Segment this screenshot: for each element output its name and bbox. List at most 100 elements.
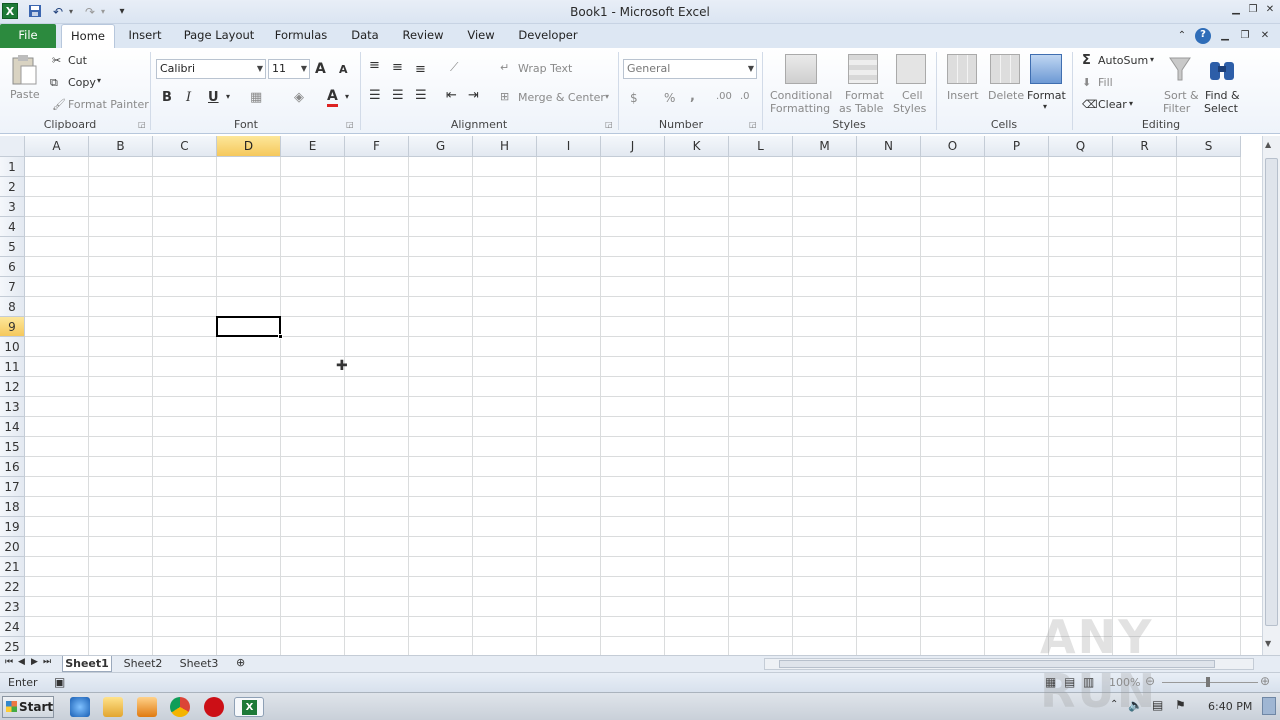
row-header[interactable]: 8: [0, 297, 25, 317]
grow-font-button[interactable]: A: [315, 61, 326, 77]
borders-icon[interactable]: ▦: [250, 90, 262, 105]
tab-developer[interactable]: Developer: [512, 24, 584, 48]
sort-filter-label2[interactable]: Filter: [1163, 102, 1190, 115]
column-header[interactable]: E: [281, 136, 345, 157]
media-player-icon[interactable]: [137, 697, 157, 717]
number-format-combo[interactable]: General ▼: [623, 59, 757, 79]
cut-icon[interactable]: ✂: [52, 54, 61, 67]
tab-review[interactable]: Review: [398, 24, 448, 48]
copy-button[interactable]: Copy: [68, 76, 96, 89]
number-launcher-icon[interactable]: ◲: [749, 120, 757, 129]
tab-home[interactable]: Home: [61, 24, 115, 48]
row-header[interactable]: 13: [0, 397, 25, 417]
wrap-text-button[interactable]: Wrap Text: [518, 62, 572, 75]
merge-dropdown-icon[interactable]: ▾: [605, 92, 609, 101]
conditional-formatting-label2[interactable]: Formatting: [770, 102, 830, 115]
prev-sheet-icon[interactable]: ◀: [18, 657, 25, 667]
column-header[interactable]: B: [89, 136, 153, 157]
autosum-icon[interactable]: Σ: [1082, 53, 1091, 68]
wrap-text-icon[interactable]: ↵: [500, 61, 509, 74]
column-header[interactable]: A: [25, 136, 89, 157]
fill-button[interactable]: Fill: [1098, 76, 1113, 89]
bold-button[interactable]: B: [162, 90, 172, 105]
chevron-down-icon[interactable]: ▼: [257, 60, 263, 78]
insert-cells-icon[interactable]: [947, 54, 977, 84]
row-header[interactable]: 25: [0, 637, 25, 655]
column-header[interactable]: D: [217, 136, 281, 157]
minimize-icon[interactable]: ▁: [1229, 3, 1243, 17]
copy-icon[interactable]: ⧉: [50, 76, 58, 90]
alignment-launcher-icon[interactable]: ◲: [605, 120, 613, 129]
align-top-icon[interactable]: ≡: [369, 58, 380, 73]
format-cells-button[interactable]: Format: [1027, 89, 1066, 102]
select-all-button[interactable]: [0, 136, 25, 157]
clear-dropdown-icon[interactable]: ▾: [1129, 99, 1133, 108]
macro-record-icon[interactable]: ▣: [54, 675, 65, 689]
fill-handle[interactable]: [278, 334, 283, 339]
row-header[interactable]: 9: [0, 317, 25, 337]
format-as-table-button[interactable]: Format: [845, 89, 884, 102]
row-header[interactable]: 16: [0, 457, 25, 477]
help-icon[interactable]: ?: [1195, 28, 1211, 44]
format-as-table-label2[interactable]: as Table: [839, 102, 883, 115]
chevron-down-icon[interactable]: ▼: [301, 60, 307, 78]
start-button[interactable]: Start: [2, 696, 54, 718]
row-header[interactable]: 21: [0, 557, 25, 577]
autosum-dropdown-icon[interactable]: ▾: [1150, 55, 1154, 64]
close-icon[interactable]: ✕: [1263, 3, 1277, 17]
conditional-formatting-icon[interactable]: [785, 54, 817, 84]
workbook-close-icon[interactable]: ✕: [1258, 29, 1272, 43]
row-header[interactable]: 2: [0, 177, 25, 197]
worksheet-grid[interactable]: A B C D E F G H I J K L M N O P Q R S 1 2 3 4 5 6 7 8 9 10 11 12 13 14 15…: [0, 136, 1262, 655]
row-header[interactable]: 3: [0, 197, 25, 217]
column-header[interactable]: R: [1113, 136, 1177, 157]
autosum-button[interactable]: AutoSum: [1098, 54, 1148, 67]
clipboard-launcher-icon[interactable]: ◲: [138, 120, 146, 129]
underline-button[interactable]: U: [208, 90, 219, 105]
column-header[interactable]: P: [985, 136, 1049, 157]
next-sheet-icon[interactable]: ▶: [31, 657, 38, 667]
increase-decimal-button[interactable]: .00: [716, 91, 732, 102]
restore-icon[interactable]: ❐: [1246, 3, 1260, 17]
row-header[interactable]: 23: [0, 597, 25, 617]
align-center-icon[interactable]: ☰: [392, 88, 404, 103]
format-painter-button[interactable]: Format Painter: [68, 98, 149, 111]
column-header[interactable]: S: [1177, 136, 1241, 157]
cell-styles-button[interactable]: Cell: [902, 89, 923, 102]
find-select-icon[interactable]: [1207, 54, 1237, 84]
format-dropdown-icon[interactable]: ▾: [1043, 102, 1047, 111]
row-header[interactable]: 5: [0, 237, 25, 257]
align-left-icon[interactable]: ☰: [369, 88, 381, 103]
sheet-tab-3[interactable]: Sheet3: [176, 656, 222, 672]
sheet-tab-2[interactable]: Sheet2: [120, 656, 166, 672]
chevron-down-icon[interactable]: ▼: [748, 60, 754, 78]
chrome-icon[interactable]: [170, 697, 190, 717]
font-name-combo[interactable]: Calibri ▼: [156, 59, 266, 79]
row-header[interactable]: 24: [0, 617, 25, 637]
sheet-tab-1[interactable]: Sheet1: [62, 656, 112, 672]
conditional-formatting-button[interactable]: Conditional: [770, 89, 832, 102]
row-header[interactable]: 1: [0, 157, 25, 177]
column-header[interactable]: I: [537, 136, 601, 157]
sort-filter-icon[interactable]: [1166, 54, 1194, 84]
vertical-scroll-thumb[interactable]: [1265, 158, 1278, 626]
align-middle-icon[interactable]: ≡: [392, 60, 403, 75]
row-header[interactable]: 12: [0, 377, 25, 397]
underline-dropdown-icon[interactable]: ▾: [226, 92, 230, 101]
tab-page-layout[interactable]: Page Layout: [180, 24, 258, 48]
internet-explorer-icon[interactable]: [70, 697, 90, 717]
decrease-indent-icon[interactable]: ⇤: [446, 88, 457, 103]
fill-icon[interactable]: ⬇: [1082, 76, 1091, 89]
minimize-ribbon-icon[interactable]: ⌃: [1175, 29, 1189, 43]
cell-styles-icon[interactable]: [896, 54, 926, 84]
copy-dropdown-icon[interactable]: ▾: [97, 76, 101, 85]
column-header[interactable]: G: [409, 136, 473, 157]
paste-icon[interactable]: [10, 54, 38, 86]
column-header[interactable]: C: [153, 136, 217, 157]
row-header[interactable]: 11: [0, 357, 25, 377]
format-as-table-icon[interactable]: [848, 54, 878, 84]
first-sheet-icon[interactable]: ⏮: [5, 657, 13, 667]
find-select-label2[interactable]: Select: [1204, 102, 1238, 115]
column-header[interactable]: K: [665, 136, 729, 157]
vertical-scrollbar[interactable]: ▲ ▼: [1262, 136, 1280, 655]
